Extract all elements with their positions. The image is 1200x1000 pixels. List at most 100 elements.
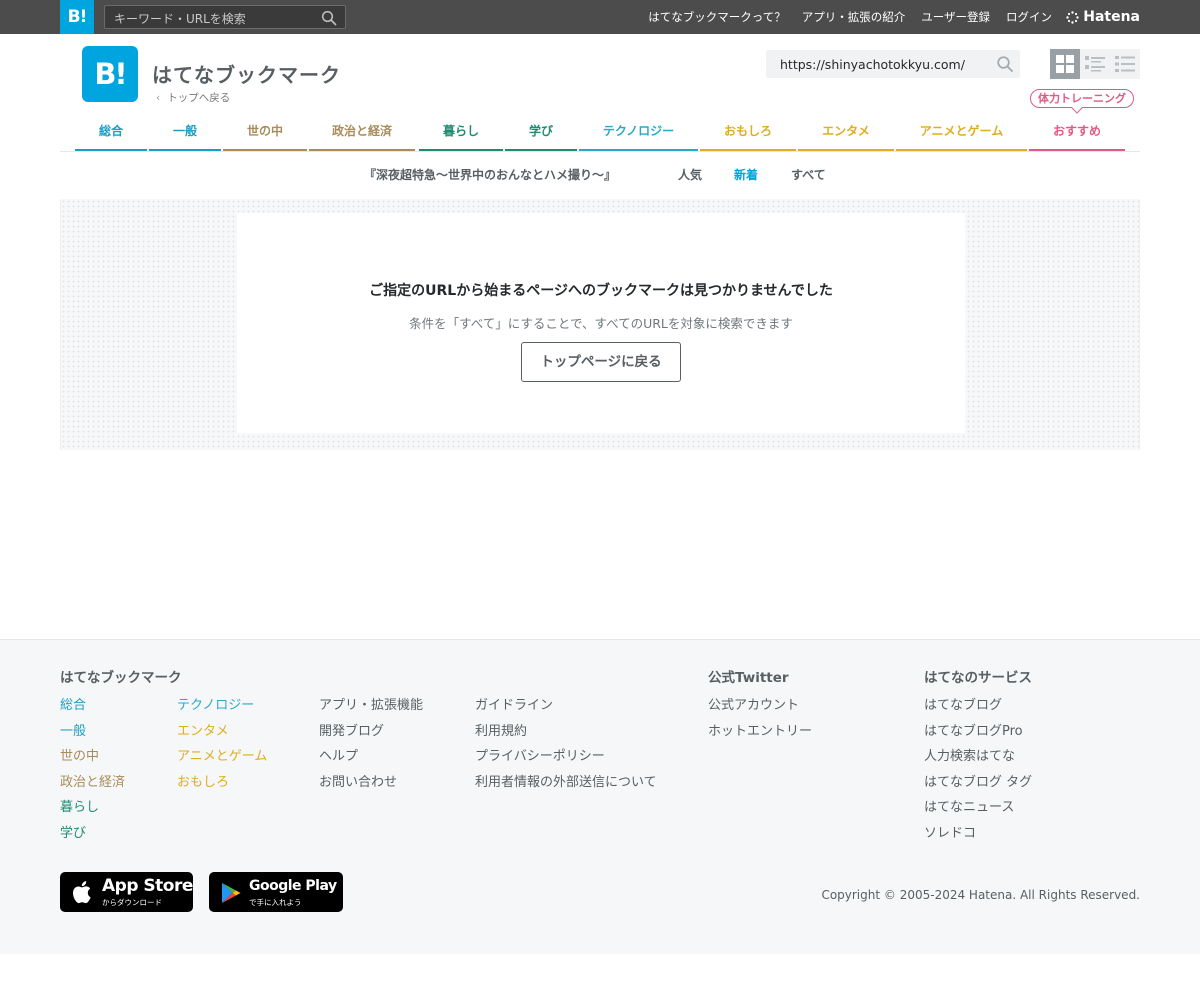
login-link[interactable]: ログイン [1006, 9, 1052, 25]
footer-link-help[interactable]: ヘルプ [319, 748, 423, 766]
category-tab-omoshiro[interactable]: おもしろ [700, 118, 796, 151]
footer-link-entame[interactable]: エンタメ [177, 723, 267, 741]
copyright: Copyright © 2005-2024 Hatena. All Rights… [821, 888, 1140, 902]
category-tab-technology[interactable]: テクノロジー [579, 118, 698, 151]
main-panel: ご指定のURLから始まるページへのブックマークは見つかりませんでした 条件を「す… [60, 199, 1140, 450]
hatena-dots-icon [1066, 10, 1079, 24]
back-to-top-label: トップへ戻る [167, 92, 231, 104]
category-label: 一般 [172, 124, 197, 138]
hatena-bookmark-logo[interactable]: B! [82, 46, 138, 102]
footer-link-apps[interactable]: アプリ・拡張機能 [319, 697, 423, 715]
category-label: アニメとゲーム [919, 124, 1004, 138]
footer-link-hatena-blog[interactable]: はてなブログ [924, 697, 1032, 715]
app-store-label: App Store [102, 876, 193, 896]
hatena-bookmark-logo-small[interactable]: B! [60, 0, 94, 34]
url-search-input[interactable]: https://shinyachotokkyu.com/ [766, 50, 1020, 78]
footer-link-technology[interactable]: テクノロジー [177, 697, 267, 715]
footer-link-dev-blog[interactable]: 開発ブログ [319, 723, 423, 741]
empty-state-title: ご指定のURLから始まるページへのブックマークは見つかりませんでした [369, 283, 833, 299]
footer-services-list: はてなブログ はてなブログPro 人力検索はてな はてなブログ タグ はてなニュ… [924, 697, 1032, 843]
category-tab-sougou[interactable]: 総合 [75, 118, 147, 151]
register-link[interactable]: ユーザー登録 [921, 9, 990, 25]
footer-link-yononaka[interactable]: 世の中 [60, 748, 125, 766]
footer-link-jinriki[interactable]: 人力検索はてな [924, 748, 1032, 766]
footer-category-list-1: 総合 一般 世の中 政治と経済 暮らし 学び [60, 697, 125, 843]
training-badge[interactable]: 体力トレーニング [1030, 89, 1134, 108]
category-label: おすすめ [1052, 124, 1101, 138]
category-label: エンタメ [822, 124, 870, 138]
footer-links-list-2: ガイドライン 利用規約 プライバシーポリシー 利用者情報の外部送信について [475, 697, 657, 791]
category-tab-entame[interactable]: エンタメ [798, 118, 894, 151]
footer-link-official-account[interactable]: 公式アカウント [708, 697, 812, 715]
footer-link-hatena-news[interactable]: はてなニュース [924, 799, 1032, 817]
global-search-input[interactable]: キーワード・URLを検索 [104, 5, 346, 29]
footer-links-list-1: アプリ・拡張機能 開発ブログ ヘルプ お問い合わせ [319, 697, 423, 791]
list-view-icon [1085, 56, 1105, 72]
footer-link-politics[interactable]: 政治と経済 [60, 774, 125, 792]
category-label: 世の中 [246, 124, 283, 138]
tab-all[interactable]: すべて [791, 166, 826, 183]
google-play-icon [222, 883, 241, 903]
google-play-label: Google Play [249, 878, 337, 894]
app-store-button[interactable]: App Store からダウンロード [60, 872, 193, 912]
site-title[interactable]: はてなブックマーク [152, 59, 341, 88]
footer-twitter-list: 公式アカウント ホットエントリー [708, 697, 812, 740]
footer-link-hatena-blog-pro[interactable]: はてなブログPro [924, 723, 1032, 741]
hatena-link[interactable]: Hatena [1066, 9, 1140, 25]
footer-link-privacy[interactable]: プライバシーポリシー [475, 748, 657, 766]
about-bookmark-link[interactable]: はてなブックマークって？ [648, 9, 785, 25]
back-to-top-page-button[interactable]: トップページに戻る [521, 342, 681, 382]
category-tab-kurashi[interactable]: 暮らし [419, 118, 503, 151]
footer-link-anime-game[interactable]: アニメとゲーム [177, 748, 267, 766]
search-icon[interactable] [321, 10, 337, 26]
apps-extensions-link[interactable]: アプリ・拡張の紹介 [802, 9, 906, 25]
compact-view-toggle[interactable] [1110, 49, 1140, 79]
footer-link-external-transmission[interactable]: 利用者情報の外部送信について [475, 774, 657, 792]
app-store-sublabel: からダウンロード [102, 898, 162, 907]
back-to-top-link[interactable]: ‹ トップへ戻る [156, 90, 230, 105]
footer-link-terms[interactable]: 利用規約 [475, 723, 657, 741]
category-tab-yononaka[interactable]: 世の中 [223, 118, 307, 151]
list-view-toggle[interactable] [1080, 49, 1110, 79]
category-label: おもしろ [723, 124, 772, 138]
footer-link-omoshiro[interactable]: おもしろ [177, 774, 267, 792]
category-tab-ippan[interactable]: 一般 [149, 118, 221, 151]
chevron-left-icon: ‹ [156, 92, 161, 104]
search-icon[interactable] [996, 55, 1014, 73]
footer-bookmark-heading: はてなブックマーク [60, 670, 182, 686]
category-tab-manabi[interactable]: 学び [505, 118, 577, 151]
global-links: はてなブックマークって？ アプリ・拡張の紹介 ユーザー登録 ログイン [648, 0, 1052, 34]
category-tab-politics[interactable]: 政治と経済 [309, 118, 415, 151]
compact-list-icon [1115, 56, 1135, 72]
footer: はてなブックマーク 総合 一般 世の中 政治と経済 暮らし 学び テクノロジー … [0, 639, 1200, 954]
footer-link-sougou[interactable]: 総合 [60, 697, 125, 715]
footer-link-blog-tag[interactable]: はてなブログ タグ [924, 774, 1032, 792]
grid-view-icon [1056, 55, 1074, 73]
global-bar: B! キーワード・URLを検索 はてなブックマークって？ アプリ・拡張の紹介 ユ… [0, 0, 1200, 34]
entry-title: 『深夜超特急〜世界中のおんなとハメ撮り〜』 [364, 168, 617, 182]
empty-state-card: ご指定のURLから始まるページへのブックマークは見つかりませんでした 条件を「す… [237, 213, 965, 433]
footer-link-ippan[interactable]: 一般 [60, 723, 125, 741]
footer-link-contact[interactable]: お問い合わせ [319, 774, 423, 792]
footer-category-list-2: テクノロジー エンタメ アニメとゲーム おもしろ [177, 697, 267, 791]
global-search-placeholder: キーワード・URLを検索 [114, 12, 246, 26]
google-play-button[interactable]: Google Play で手に入れよう [209, 872, 343, 912]
category-label: 総合 [98, 124, 123, 138]
url-search-value: https://shinyachotokkyu.com/ [780, 57, 965, 72]
footer-link-guidelines[interactable]: ガイドライン [475, 697, 657, 715]
nav-divider [60, 151, 1140, 152]
category-tab-anime-game[interactable]: アニメとゲーム [896, 118, 1027, 151]
footer-link-hot-entry[interactable]: ホットエントリー [708, 723, 812, 741]
category-label: 政治と経済 [331, 124, 392, 138]
google-play-sublabel: で手に入れよう [249, 898, 302, 907]
footer-link-manabi[interactable]: 学び [60, 825, 125, 843]
footer-link-soredoko[interactable]: ソレドコ [924, 825, 1032, 843]
tab-new[interactable]: 新着 [734, 166, 758, 183]
category-tab-osusume[interactable]: おすすめ [1029, 118, 1125, 151]
tab-popular[interactable]: 人気 [678, 166, 702, 183]
category-nav: 総合 一般 世の中 政治と経済 暮らし 学び テクノロジー おもしろ エンタメ … [60, 118, 1140, 151]
footer-services-heading: はてなのサービス [924, 670, 1032, 686]
apple-icon [72, 881, 91, 904]
footer-link-kurashi[interactable]: 暮らし [60, 799, 125, 817]
grid-view-toggle[interactable] [1050, 49, 1080, 79]
